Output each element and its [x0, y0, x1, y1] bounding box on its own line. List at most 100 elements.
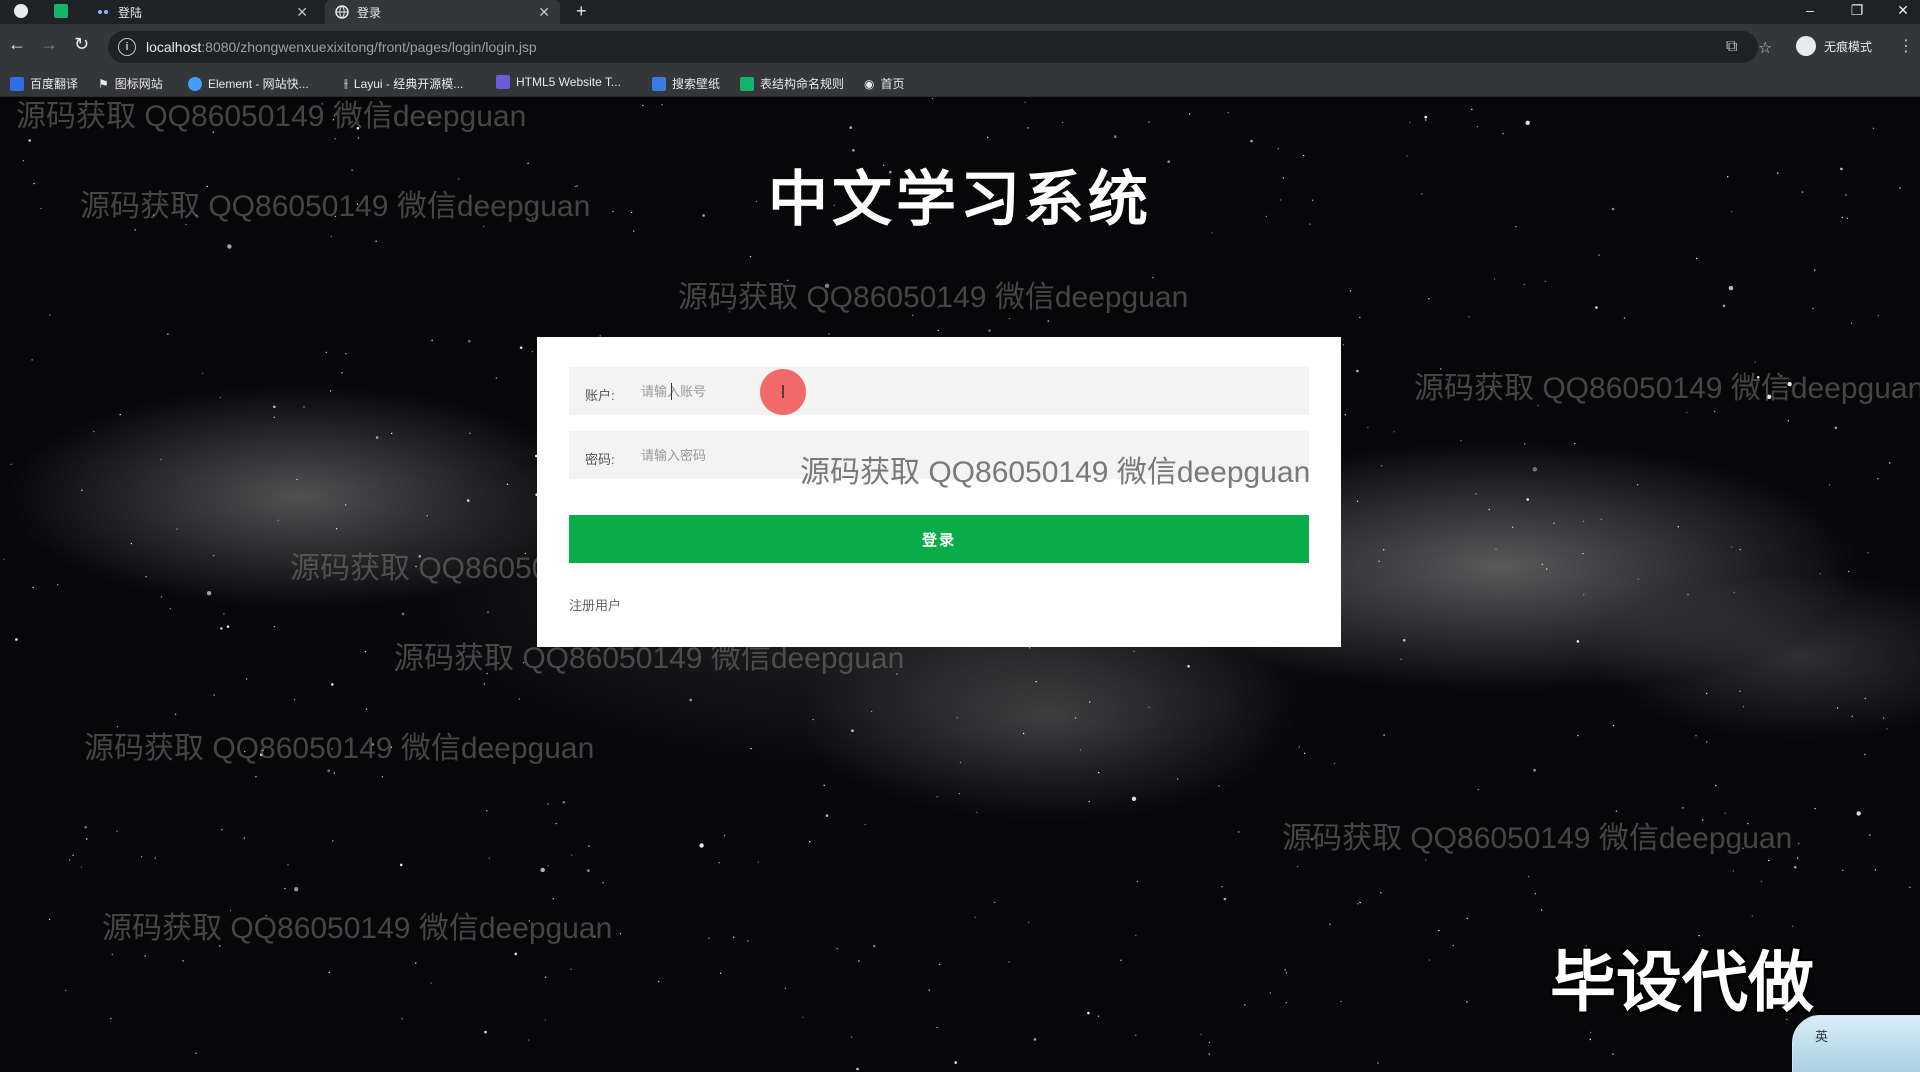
star: [287, 864, 289, 866]
star: [119, 413, 121, 416]
bookmark-home[interactable]: ◉ 首页: [864, 75, 905, 92]
star: [1466, 917, 1468, 920]
star: [1188, 113, 1191, 115]
bookmarks-bar: 百度翻译 ⚑ 图标网站 Element - 网站快... ⫲ Layui - 经…: [0, 70, 1920, 97]
star: [1340, 1000, 1342, 1003]
star: [116, 830, 118, 832]
star: [1400, 658, 1402, 660]
pinned-tab-icon[interactable]: [54, 4, 68, 18]
star: [484, 1030, 487, 1034]
star: [1008, 317, 1010, 320]
username-input[interactable]: [639, 366, 1309, 416]
star: [642, 104, 644, 107]
star: [1244, 1004, 1246, 1006]
bookmark-element[interactable]: Element - 网站快...: [188, 75, 309, 92]
translate-icon[interactable]: ⧉: [1726, 38, 1737, 56]
restore-icon[interactable]: ❐: [1842, 0, 1872, 20]
window-close-icon[interactable]: ✕: [1888, 0, 1918, 20]
star: [1869, 834, 1871, 836]
star: [1739, 548, 1741, 551]
bookmark-html5[interactable]: HTML5 Website T...: [496, 75, 621, 89]
star: [273, 416, 275, 418]
reload-icon[interactable]: ↻: [74, 34, 89, 55]
star: [65, 989, 67, 992]
bookmark-layui[interactable]: ⫲ Layui - 经典开源模...: [344, 75, 463, 92]
star: [1889, 462, 1891, 464]
star: [506, 483, 509, 485]
star: [1598, 254, 1600, 256]
star: [849, 126, 852, 129]
register-link[interactable]: 注册用户: [569, 595, 621, 614]
star: [1524, 443, 1526, 445]
login-button[interactable]: 登录: [569, 515, 1309, 563]
star: [658, 981, 660, 983]
bookmark-icon-site[interactable]: ⚑ 图标网站: [98, 75, 163, 92]
star: [381, 776, 384, 778]
star: [987, 136, 989, 139]
tab-denglu-2[interactable]: 登录 ✕: [325, 0, 560, 24]
star: [956, 717, 958, 719]
star: [3, 558, 5, 560]
star: [1148, 121, 1150, 123]
incognito-profile[interactable]: 无痕模式: [1796, 36, 1872, 56]
forward-icon[interactable]: →: [40, 34, 58, 55]
info-icon[interactable]: i: [118, 38, 136, 56]
star: [1814, 807, 1816, 810]
star: [1296, 866, 1299, 868]
star: [213, 694, 215, 696]
star: [273, 405, 276, 409]
star: [1061, 121, 1064, 124]
star: [872, 944, 876, 948]
star: [1176, 778, 1179, 780]
ime-language-label: 英: [1815, 1029, 1829, 1044]
star: [1200, 1033, 1202, 1036]
star: [1380, 465, 1383, 467]
star: [749, 255, 752, 258]
star: [661, 104, 663, 106]
star: [110, 1017, 112, 1020]
ime-toolbar[interactable]: 英: [1792, 1015, 1920, 1072]
bookmark-wallpaper[interactable]: 搜索壁纸: [652, 75, 720, 92]
star: [345, 504, 347, 506]
star: [937, 329, 939, 332]
star: [1842, 869, 1844, 872]
star: [936, 1026, 938, 1029]
star: [528, 1039, 530, 1041]
star-icon[interactable]: ☆: [1758, 38, 1772, 58]
star: [1027, 127, 1029, 129]
star: [1732, 870, 1735, 872]
bookmark-naming-rules[interactable]: 表结构命名规则: [740, 75, 844, 92]
bookmark-baidu-translate[interactable]: 百度翻译: [10, 75, 78, 92]
star: [1135, 934, 1137, 937]
star: [488, 857, 490, 859]
star: [531, 350, 534, 353]
username-field[interactable]: 账户:: [569, 366, 1309, 416]
star: [1836, 707, 1839, 709]
url-field[interactable]: i localhost:8080/zhongwenxuexixitong/fro…: [108, 31, 1758, 63]
star: [80, 866, 83, 868]
star: [332, 840, 334, 842]
star: [1120, 959, 1122, 961]
wallpaper-icon: [652, 76, 666, 91]
star: [401, 612, 405, 616]
incognito-icon: [1796, 36, 1816, 56]
close-icon[interactable]: ✕: [538, 4, 550, 21]
star: [1133, 650, 1135, 652]
minimize-icon[interactable]: –: [1795, 0, 1825, 20]
star: [401, 1018, 403, 1020]
star: [293, 699, 296, 701]
star: [431, 339, 433, 341]
star: [823, 784, 825, 786]
close-icon[interactable]: ✕: [296, 4, 308, 21]
star: [1553, 522, 1555, 524]
star: [1342, 344, 1345, 346]
star: [1460, 440, 1462, 442]
tab-denglu-1[interactable]: 登陆 ✕: [86, 0, 318, 24]
star: [1794, 865, 1797, 869]
new-tab-icon[interactable]: +: [576, 1, 587, 22]
star: [81, 489, 83, 491]
back-icon[interactable]: ←: [8, 34, 26, 55]
menu-kebab-icon[interactable]: ⋮: [1898, 36, 1914, 56]
star: [1468, 316, 1470, 318]
star: [10, 463, 12, 465]
